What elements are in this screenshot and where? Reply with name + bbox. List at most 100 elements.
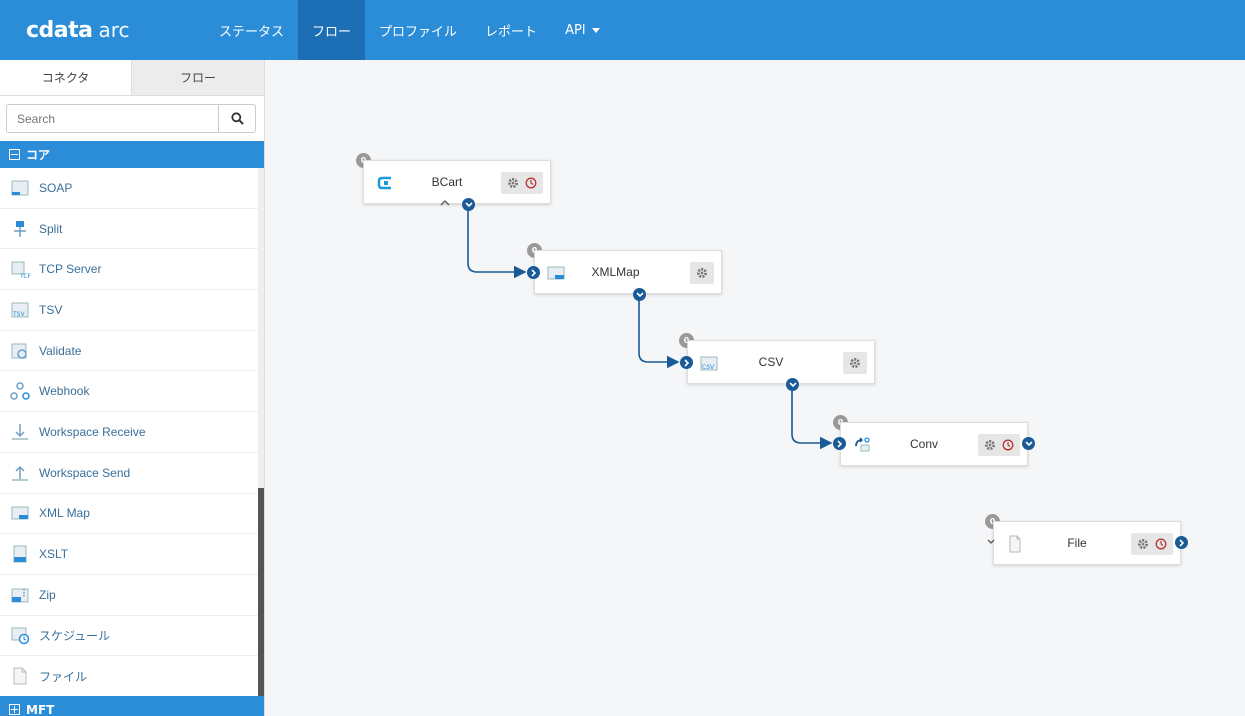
tab-connectors[interactable]: コネクタ <box>0 60 131 95</box>
gear-icon[interactable] <box>504 174 522 192</box>
chevron-right-icon <box>683 358 689 367</box>
flow-node-conv[interactable]: Conv <box>840 422 1028 466</box>
connector-item-tcp-server[interactable]: TCP TCP Server <box>0 249 258 291</box>
connector-item-workspace-receive[interactable]: Workspace Receive <box>0 412 258 453</box>
collapse-icon <box>9 149 20 160</box>
connector-label: SOAP <box>39 180 73 195</box>
brand-logo[interactable]: cdata arc <box>0 0 205 60</box>
brand-logo-sub: arc <box>98 18 130 42</box>
flow-node-xmlmap[interactable]: XMLMap <box>534 250 722 294</box>
connector-label: Split <box>39 221 63 236</box>
chevron-down-icon <box>635 291 644 297</box>
gear-icon[interactable] <box>693 264 711 282</box>
svg-text:TSV: TSV <box>12 311 25 318</box>
connector-item-xslt[interactable]: XSLT <box>0 534 258 575</box>
section-core-toggle[interactable]: コア <box>0 141 264 168</box>
tab-flows[interactable]: フロー <box>131 60 264 95</box>
chevron-down-small-icon[interactable] <box>987 538 995 546</box>
connector-bcart-xmlmap <box>467 210 527 279</box>
flow-canvas[interactable]: 0 BCart 0 XMLMap 0 CSV CSV 0 Conv <box>265 60 1245 716</box>
chevron-right-icon <box>530 268 536 277</box>
search-input[interactable] <box>7 105 218 132</box>
nav-api-label: API <box>565 22 586 38</box>
connector-item-webhook[interactable]: Webhook <box>0 371 258 413</box>
connector-item-workspace-send[interactable]: Workspace Send <box>0 453 258 494</box>
connector-sidebar: コネクタ フロー コア SOAP Split TCP TCP Server TS… <box>0 60 265 716</box>
chevron-down-icon <box>1024 440 1033 446</box>
node-csv-output-port[interactable] <box>786 378 799 391</box>
nav-flow[interactable]: フロー <box>298 0 366 60</box>
connector-item-soap[interactable]: SOAP <box>0 168 258 209</box>
chevron-right-icon <box>836 439 842 448</box>
section-mft-label: MFT <box>26 702 55 716</box>
connector-item-validate[interactable]: Validate <box>0 331 258 372</box>
flow-node-bcart[interactable]: BCart <box>363 160 551 204</box>
node-csv-actions <box>843 352 867 374</box>
connector-item-zip[interactable]: Zip <box>0 575 258 616</box>
node-xmlmap-input-port[interactable] <box>527 266 540 279</box>
xml-map-icon <box>9 502 31 524</box>
clock-icon[interactable] <box>1152 535 1170 553</box>
node-bcart-actions <box>501 172 543 194</box>
gear-icon[interactable] <box>1134 535 1152 553</box>
chevron-down-icon <box>788 381 797 387</box>
clock-icon[interactable] <box>999 436 1017 454</box>
nav-profile[interactable]: プロファイル <box>365 0 471 60</box>
nav-profile-label: プロファイル <box>379 24 458 40</box>
flow-node-csv[interactable]: CSV CSV <box>687 340 875 384</box>
validate-icon <box>9 340 31 362</box>
search-icon <box>230 112 244 125</box>
connector-item-xml-map[interactable]: XML Map <box>0 494 258 535</box>
connector-list: SOAP Split TCP TCP Server TSV TSV Valida… <box>0 168 258 697</box>
search-button[interactable] <box>218 105 255 132</box>
node-xmlmap-output-port[interactable] <box>633 288 646 301</box>
section-mft-toggle[interactable]: MFT <box>0 696 264 716</box>
nav-status[interactable]: ステータス <box>205 0 298 60</box>
clock-icon[interactable] <box>522 174 540 192</box>
node-csv-input-port[interactable] <box>680 356 693 369</box>
top-navbar: cdata arc ステータス フロー プロファイル レポート API <box>0 0 1245 60</box>
connector-item-split[interactable]: Split <box>0 209 258 250</box>
gear-icon[interactable] <box>846 354 864 372</box>
connector-label: ファイル <box>39 669 88 684</box>
nav-report-label: レポート <box>485 24 538 40</box>
gear-icon[interactable] <box>981 436 999 454</box>
connector-label: Webhook <box>39 384 90 399</box>
caret-down-icon <box>591 27 600 33</box>
connector-item-schedule[interactable]: スケジュール <box>0 616 258 657</box>
brand-logo-text: cdata <box>26 17 93 43</box>
nav-status-label: ステータス <box>219 24 285 40</box>
nav-report[interactable]: レポート <box>471 0 551 60</box>
zip-icon <box>9 584 31 606</box>
scrollbar-thumb[interactable] <box>258 488 264 696</box>
connector-label: TSV <box>39 302 63 317</box>
chevron-right-icon <box>1178 538 1184 547</box>
connector-item-file[interactable]: ファイル <box>0 656 258 697</box>
soap-icon <box>9 177 31 199</box>
chevron-down-icon <box>464 201 473 207</box>
search-box <box>6 104 256 133</box>
flow-connectors <box>467 210 833 450</box>
section-core-label: コア <box>26 148 51 162</box>
node-bcart-output-port[interactable] <box>462 198 475 211</box>
node-conv-actions <box>978 434 1020 456</box>
nav-api-dropdown[interactable]: API <box>551 0 614 60</box>
workspace-receive-icon <box>9 421 31 443</box>
chevron-up-icon[interactable] <box>440 199 450 207</box>
connector-label: Workspace Receive <box>39 424 146 439</box>
nav-flow-label: フロー <box>312 24 352 40</box>
sidebar-tabs: コネクタ フロー <box>0 60 264 96</box>
connector-csv-conv <box>791 390 833 450</box>
connector-label: Zip <box>39 587 56 602</box>
node-file-output-port[interactable] <box>1175 536 1188 549</box>
connector-label: XML Map <box>39 506 90 521</box>
connector-label: TCP Server <box>39 262 102 277</box>
connector-item-tsv[interactable]: TSV TSV <box>0 290 258 331</box>
node-conv-input-port[interactable] <box>833 437 846 450</box>
svg-text:TCP: TCP <box>19 273 30 279</box>
flow-node-file[interactable]: File <box>993 521 1181 565</box>
schedule-icon <box>9 624 31 646</box>
xslt-icon <box>9 543 31 565</box>
sidebar-scrollbar[interactable] <box>258 168 264 696</box>
node-conv-output-port[interactable] <box>1022 437 1035 450</box>
